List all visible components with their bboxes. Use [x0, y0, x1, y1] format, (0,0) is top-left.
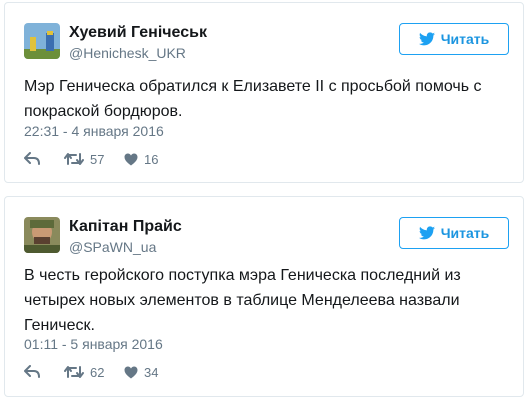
- tweet-timestamp[interactable]: 01:11 - 5 января 2016: [24, 335, 163, 353]
- retweet-button[interactable]: 57: [64, 152, 124, 167]
- retweet-button[interactable]: 62: [64, 365, 124, 380]
- like-button[interactable]: 16: [124, 152, 184, 167]
- twitter-bird-icon: [418, 226, 435, 240]
- avatar[interactable]: [24, 217, 60, 253]
- follow-label: Читать: [440, 31, 490, 47]
- tweet-text: Мэр Геническа обратился к Елизавете II с…: [24, 78, 482, 120]
- tweet-actions: 57 16: [24, 149, 184, 169]
- follow-label: Читать: [440, 225, 490, 241]
- retweet-icon: [64, 366, 84, 378]
- tweet-timestamp[interactable]: 22:31 - 4 января 2016: [24, 122, 164, 140]
- follow-button[interactable]: Читать: [399, 217, 509, 249]
- tweet-card: Капітан Прайс @SPaWN_ua Читать В честь г…: [4, 196, 524, 397]
- avatar[interactable]: [24, 23, 60, 59]
- retweet-icon: [64, 153, 84, 165]
- like-button[interactable]: 34: [124, 365, 184, 380]
- reply-icon: [24, 152, 40, 165]
- heart-icon: [124, 153, 138, 165]
- reply-button[interactable]: [24, 365, 64, 379]
- tweet-text: В честь геройского поступка мэра Геничес…: [24, 267, 461, 334]
- author-name[interactable]: Капітан Прайс: [69, 217, 182, 237]
- author-handle[interactable]: @Henichesk_UKR: [69, 44, 186, 62]
- reply-button[interactable]: [24, 152, 64, 166]
- tweet-actions: 62 34: [24, 362, 184, 382]
- reply-icon: [24, 365, 40, 378]
- like-count: 34: [144, 364, 159, 380]
- author-handle[interactable]: @SPaWN_ua: [69, 238, 156, 256]
- follow-button[interactable]: Читать: [399, 23, 509, 55]
- author-name[interactable]: Хуевий Генічеськ: [69, 23, 207, 43]
- twitter-bird-icon: [418, 32, 435, 46]
- heart-icon: [124, 366, 138, 378]
- tweet-card: Хуевий Генічеськ @Henichesk_UKR Читать М…: [4, 2, 524, 183]
- retweet-count: 62: [90, 364, 105, 380]
- like-count: 16: [144, 151, 159, 167]
- retweet-count: 57: [90, 151, 105, 167]
